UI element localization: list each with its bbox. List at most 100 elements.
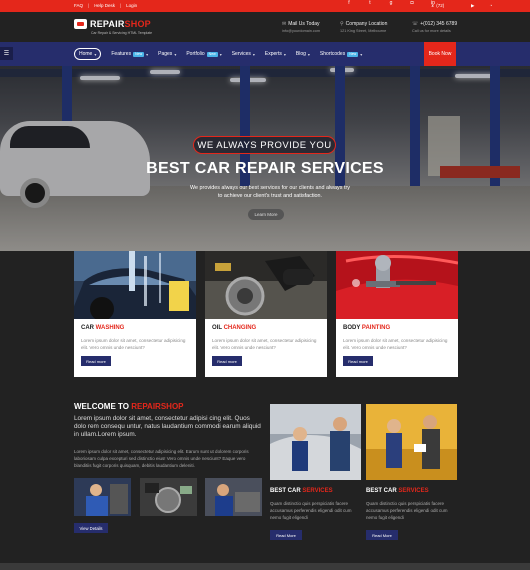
logo-tagline: Car Repair & Servicing HTML Template bbox=[91, 31, 153, 35]
chevron-down-icon: ▾ bbox=[283, 51, 286, 57]
mail-address[interactable]: info@yourdomain.com bbox=[282, 28, 320, 35]
card-title-a: BODY bbox=[343, 325, 361, 331]
facebook-icon[interactable]: f bbox=[346, 0, 352, 6]
nav-label: Shortcodes bbox=[319, 51, 346, 57]
rss-icon[interactable]: ◔ bbox=[489, 0, 492, 12]
instagram-icon[interactable]: ◘ bbox=[409, 0, 415, 6]
read-more-button[interactable]: Read more bbox=[81, 356, 111, 366]
hero-slider: WE ALWAYS PROVIDE YOU BEST CAR REPAIR SE… bbox=[0, 66, 530, 251]
nav-item-portfolio[interactable]: Portfolio New ▾ bbox=[186, 48, 221, 60]
next-section-strip bbox=[0, 563, 530, 570]
nav-item-experts[interactable]: Experts ▾ bbox=[265, 48, 286, 60]
phone-info: ☏ +(012) 345 6789 Call us for more detail… bbox=[412, 21, 457, 35]
service-card-oil-changing: OIL CHANGING Lorem ipsum dolor sit amet,… bbox=[205, 251, 327, 377]
blog-image[interactable] bbox=[366, 404, 457, 480]
card-text: Lorem ipsum dolor sit amet, consectetur … bbox=[212, 338, 317, 350]
nav-item-home[interactable]: Home ▾ bbox=[74, 48, 102, 60]
nav-item-features[interactable]: Features New ▾ bbox=[111, 48, 148, 60]
map-pin-icon: ⚲ bbox=[340, 21, 344, 27]
read-more-button[interactable]: Read More bbox=[270, 530, 302, 540]
card-text: Lorem ipsum dolor sit amet, consectetur … bbox=[81, 338, 186, 350]
googleplus-icon[interactable]: g bbox=[388, 0, 394, 6]
nav-label: Pages bbox=[158, 51, 173, 57]
read-more-button[interactable]: Read more bbox=[343, 356, 373, 366]
hero-title: BEST CAR REPAIR SERVICES bbox=[146, 160, 384, 177]
car-logo-icon bbox=[74, 19, 87, 29]
site-header: REPAIRSHOP Car Repair & Servicing HTML T… bbox=[0, 12, 530, 42]
social-links: f t g ◘ in bbox=[346, 0, 436, 6]
card-title: OIL CHANGING bbox=[212, 325, 256, 331]
logo-main: REPAIR bbox=[90, 19, 125, 29]
top-links: FAQ | Help Desk | Login bbox=[74, 0, 137, 12]
blog-text: Quam distinctio quis perspiciatis facere… bbox=[270, 501, 352, 520]
book-now-button[interactable]: Book Now bbox=[424, 42, 456, 66]
gallery-thumb[interactable] bbox=[140, 478, 197, 516]
nav-item-shortcodes[interactable]: Shortcodes New ▾ bbox=[320, 48, 362, 60]
extra-social: ▶ ◔ bbox=[471, 0, 492, 12]
service-card-body-painting: BODY PAINTING Lorem ipsum dolor sit amet… bbox=[336, 251, 458, 377]
mail-icon: ✉ bbox=[282, 21, 287, 27]
new-badge: New bbox=[347, 51, 359, 57]
login-link[interactable]: Login bbox=[126, 0, 137, 12]
read-more-button[interactable]: Read More bbox=[366, 530, 398, 540]
card-title-b: WASHING bbox=[95, 325, 125, 331]
nav-item-blog[interactable]: Blog ▾ bbox=[296, 48, 310, 60]
location-address: 121 King Street, Melbourne bbox=[340, 29, 387, 33]
chevron-down-icon: ▾ bbox=[174, 51, 177, 57]
youtube-icon[interactable]: ▶ bbox=[471, 0, 474, 12]
logo[interactable]: REPAIRSHOP bbox=[74, 19, 151, 29]
nav-label: Features bbox=[111, 51, 132, 57]
help-desk-link[interactable]: Help Desk bbox=[94, 0, 115, 12]
top-bar: FAQ | Help Desk | Login f t g ◘ in ⊻ (72… bbox=[0, 0, 530, 12]
welcome-title-a: WELCOME TO bbox=[74, 402, 129, 411]
nav-item-services[interactable]: Services ▾ bbox=[232, 48, 255, 60]
gallery-thumb[interactable] bbox=[74, 478, 131, 516]
welcome-lead: Lorem ipsum dolor sit amet, consectetur … bbox=[74, 415, 261, 438]
new-badge: New bbox=[206, 51, 218, 57]
location-title: Company Location bbox=[345, 21, 388, 27]
nav-label: Home bbox=[79, 51, 93, 57]
hero-description: We provides always our best services for… bbox=[190, 185, 350, 199]
blog-text: Quam distinctio quis perspiciatis facere… bbox=[366, 501, 448, 520]
phone-sub: Call us for more details bbox=[412, 29, 451, 33]
divider: | bbox=[88, 3, 90, 8]
faq-link[interactable]: FAQ bbox=[74, 0, 83, 12]
nav-item-pages[interactable]: Pages ▾ bbox=[158, 48, 176, 60]
mail-info: ✉ Mail Us Today info@yourdomain.com bbox=[282, 21, 320, 35]
chevron-down-icon: ▾ bbox=[252, 51, 255, 57]
body-painting-image bbox=[336, 251, 458, 319]
card-title: BODY PAINTING bbox=[343, 325, 390, 331]
cart-link[interactable]: ⊻ (72) bbox=[431, 0, 444, 12]
cart-count: (72) bbox=[436, 3, 445, 8]
chevron-down-icon: ▾ bbox=[94, 51, 97, 57]
card-title-b: PAINTING bbox=[361, 325, 391, 331]
blog-title-b: SERVICES bbox=[398, 488, 429, 494]
phone-number[interactable]: +(012) 345 6789 bbox=[420, 21, 457, 27]
twitter-icon[interactable]: t bbox=[367, 0, 373, 6]
logo-accent: SHOP bbox=[124, 19, 151, 29]
chevron-down-icon: ▾ bbox=[146, 51, 149, 57]
service-card-car-washing: CAR WASHING Lorem ipsum dolor sit amet, … bbox=[74, 251, 196, 377]
card-title: CAR WASHING bbox=[81, 325, 124, 331]
menu-toggle-icon[interactable]: ☰ bbox=[0, 47, 13, 60]
location-info: ⚲ Company Location 121 King Street, Melbo… bbox=[340, 21, 387, 35]
nav-label: Blog bbox=[295, 51, 306, 57]
blog-image[interactable] bbox=[270, 404, 361, 480]
hero-overlay bbox=[0, 66, 530, 251]
nav-label: Portfolio bbox=[186, 51, 205, 57]
divider: | bbox=[119, 3, 122, 8]
welcome-title-b: REPAIRSHOP bbox=[131, 402, 184, 411]
nav-label: Experts bbox=[264, 51, 282, 57]
hero-tagline: WE ALWAYS PROVIDE YOU bbox=[193, 136, 336, 154]
card-title-b: CHANGING bbox=[223, 325, 257, 331]
gallery-thumb[interactable] bbox=[205, 478, 262, 516]
card-text: Lorem ipsum dolor sit amet, consectetur … bbox=[343, 338, 448, 350]
view-details-button[interactable]: View Details bbox=[74, 523, 108, 533]
nav-menu: Home ▾ Features New ▾ Pages ▾ Portfolio New ▾ … bbox=[74, 48, 362, 60]
blog-title-a: BEST CAR bbox=[270, 488, 301, 494]
read-more-button[interactable]: Read more bbox=[212, 356, 242, 366]
blog-title: BEST CAR SERVICES bbox=[270, 488, 333, 494]
blog-title: BEST CAR SERVICES bbox=[366, 488, 429, 494]
learn-more-button[interactable]: Learn More bbox=[248, 209, 284, 220]
welcome-body: Lorem ipsum dolor sit amet, consectetur … bbox=[74, 449, 249, 468]
